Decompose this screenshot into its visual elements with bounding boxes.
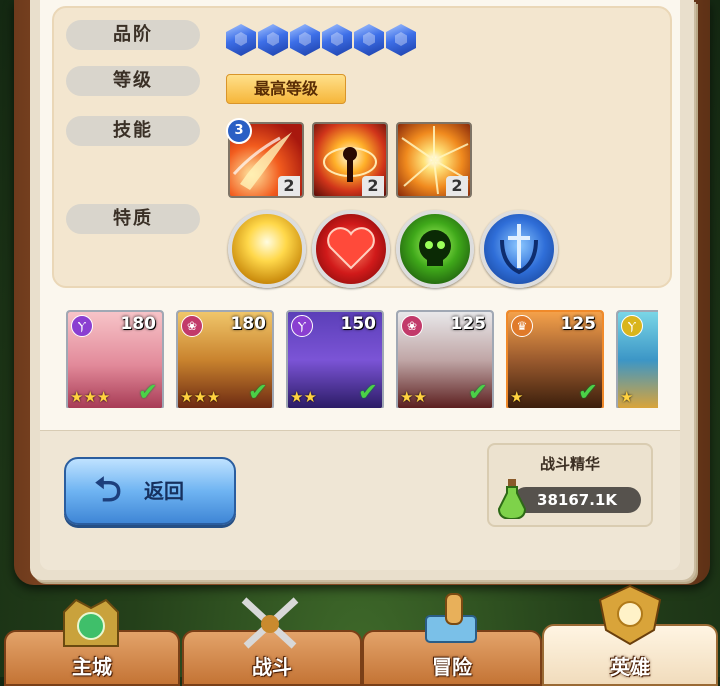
quality-gem-icon [290, 24, 320, 56]
skill-count-badge: 3 [226, 118, 252, 144]
max-level-badge: 最高等级 [226, 74, 346, 104]
class-icon: ❀ [401, 315, 423, 337]
skill-level: 2 [278, 176, 300, 196]
hero-level: 180 [230, 314, 267, 334]
quality-gem-icon [386, 24, 416, 56]
heart-icon[interactable] [312, 210, 390, 288]
class-icon: Ⲩ [291, 315, 313, 337]
skill-level: 2 [362, 176, 384, 196]
scroll-map-icon [425, 593, 477, 643]
class-icon: Ⲩ [71, 315, 93, 337]
skills-label: 技能 [66, 116, 200, 146]
hero-card[interactable]: Ⲩ 150 ★★ ✔ [286, 310, 384, 408]
back-button[interactable]: ⮌ 返回 [64, 457, 236, 525]
hero-stars: ★ [620, 388, 634, 406]
essence-value: 38167.1K [513, 487, 641, 513]
potion-flask-icon [497, 479, 527, 519]
heart-shape [327, 227, 375, 270]
skill-slot-2[interactable]: 2 [312, 122, 388, 198]
hero-info-panel: 品阶 等级 最高等级 技能 3 2 2 2 特质 [52, 6, 672, 288]
class-icon: Ⲩ [621, 315, 643, 337]
back-button-label: 返回 [144, 479, 184, 503]
hero-detail-page: 品阶 等级 最高等级 技能 3 2 2 2 特质 Ⲩ 180 ★★★ ✔ ❀ 1… [40, 0, 680, 570]
hero-card[interactable]: ❀ 125 ★★ ✔ [396, 310, 494, 408]
skill-slot-3[interactable]: 2 [396, 122, 472, 198]
hero-stars: ★★★ [180, 388, 221, 406]
sword-shield-icon[interactable] [480, 210, 558, 288]
hero-level: 125 [560, 314, 597, 334]
hero-level: 125 [450, 314, 487, 334]
hero-stars: ★ [510, 388, 524, 406]
hero-crest-icon [598, 584, 662, 646]
hero-level: 180 [120, 314, 157, 334]
tab-battle-label: 战斗 [252, 655, 292, 679]
quality-label: 品阶 [66, 20, 200, 50]
skull-shape [419, 230, 451, 266]
bottom-action-bar: ⮌ 返回 战斗精华 38167.1K [40, 430, 680, 570]
hero-card[interactable]: ♛ 125 ★ ✔ [506, 310, 604, 408]
hero-roster: Ⲩ 180 ★★★ ✔ ❀ 180 ★★★ ✔ Ⲩ 150 ★★ ✔ ❀ 125… [66, 310, 658, 408]
hero-card[interactable]: ❀ 180 ★★★ ✔ [176, 310, 274, 408]
golden-radiance-icon[interactable] [228, 210, 306, 288]
check-icon: ✔ [577, 378, 598, 406]
hero-stars: ★★ [400, 388, 427, 406]
skill-level: 2 [446, 176, 468, 196]
return-arrow-icon: ⮌ [94, 470, 122, 510]
detail-area: 品阶 等级 最高等级 技能 3 2 2 2 特质 Ⲩ 180 ★★★ ✔ ❀ 1… [40, 0, 680, 430]
battle-essence-panel: 战斗精华 38167.1K [487, 443, 653, 527]
castle-gate-icon [63, 598, 119, 647]
class-icon: ♛ [511, 315, 533, 337]
hero-card[interactable]: Ⲩ ★ [616, 310, 658, 408]
quality-gem-icon [226, 24, 256, 56]
check-icon: ✔ [467, 378, 488, 406]
class-icon: ❀ [181, 315, 203, 337]
crossed-swords-icon [241, 597, 299, 649]
quality-gem-icon [354, 24, 384, 56]
check-icon: ✔ [137, 378, 158, 406]
essence-title: 战斗精华 [539, 455, 600, 473]
poison-skull-icon[interactable] [396, 210, 474, 288]
hero-level: 150 [340, 314, 377, 334]
tab-home-label: 主城 [72, 655, 112, 679]
quality-gem-icon [322, 24, 352, 56]
check-icon: ✔ [357, 378, 378, 406]
tab-heroes-label: 英雄 [610, 655, 650, 679]
hero-stars: ★★★ [70, 388, 111, 406]
tab-adventure-label: 冒险 [432, 655, 472, 679]
sword-shape [500, 224, 538, 275]
quality-gem-icon [258, 24, 288, 56]
traits-label: 特质 [66, 204, 200, 234]
hero-card[interactable]: Ⲩ 180 ★★★ ✔ [66, 310, 164, 408]
check-icon: ✔ [247, 378, 268, 406]
level-label: 等级 [66, 66, 200, 96]
hero-stars: ★★ [290, 388, 317, 406]
